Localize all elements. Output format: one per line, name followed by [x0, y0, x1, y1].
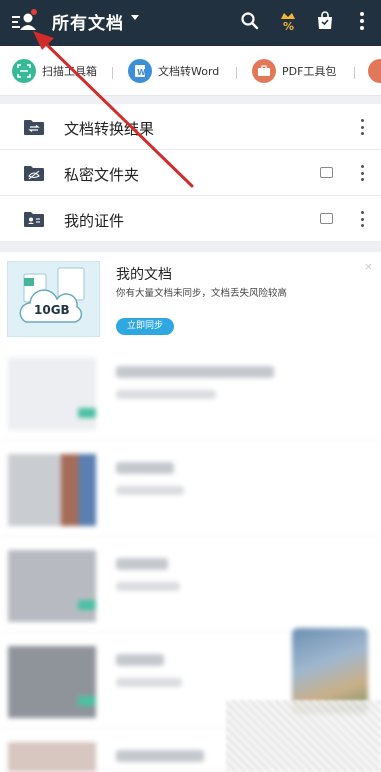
- folder-label: 私密文件夹: [64, 166, 140, 184]
- search-icon[interactable]: [237, 8, 263, 34]
- document-thumbnail: [8, 454, 96, 526]
- tool-label: 扫描工具箱: [42, 65, 97, 78]
- list-item[interactable]: [0, 442, 381, 538]
- doc-to-word-button[interactable]: W 文档转Word: [128, 58, 219, 84]
- tools-bar: 扫描工具箱 W 文档转Word PDF工具包: [0, 46, 381, 96]
- watermark: [226, 700, 381, 772]
- folder-row-convert-results[interactable]: 文档转换结果: [0, 104, 381, 150]
- folder-label: 我的证件: [64, 212, 125, 230]
- document-meta-placeholder: [116, 486, 184, 495]
- page-title[interactable]: 所有文档: [52, 9, 124, 34]
- bag-icon[interactable]: [312, 8, 338, 34]
- tool-label: 文档转Word: [158, 65, 220, 78]
- cloud-storage-illustration: 10GB: [7, 261, 100, 337]
- banner-subtitle: 你有大量文档未同步，文档丢失风险较高: [116, 288, 288, 299]
- document-title-placeholder: [116, 750, 204, 762]
- divider: [112, 67, 113, 79]
- word-icon: W: [128, 59, 152, 83]
- more-tool-button[interactable]: [368, 58, 381, 84]
- more-vertical-icon[interactable]: [355, 116, 369, 138]
- tool-label: PDF工具包: [282, 65, 337, 78]
- folder-label: 文档转换结果: [64, 120, 155, 138]
- svg-text:%: %: [283, 20, 294, 32]
- document-tag: [78, 696, 96, 706]
- storage-badge-icon: [320, 167, 333, 178]
- sync-banner: 10GB 我的文档 你有大量文档未同步，文档丢失风险较高 立即同步 ×: [0, 252, 381, 344]
- document-meta-placeholder: [116, 582, 180, 591]
- more-vertical-icon[interactable]: [355, 162, 369, 184]
- convert-folder-icon: [24, 120, 44, 135]
- document-meta-placeholder: [116, 390, 216, 399]
- menu-user-icon[interactable]: [8, 6, 40, 38]
- svg-text:W: W: [137, 68, 146, 77]
- folder-row-private[interactable]: 私密文件夹: [0, 150, 381, 196]
- document-thumbnail: [8, 742, 96, 772]
- section-gap: [0, 96, 381, 104]
- tool-icon: [368, 59, 381, 83]
- pdf-toolbox-button[interactable]: PDF工具包: [252, 58, 336, 84]
- storage-size-label: 10GB: [34, 303, 70, 317]
- document-thumbnail: [8, 646, 96, 718]
- vip-percent-icon[interactable]: %: [275, 8, 301, 34]
- list-item[interactable]: [0, 346, 381, 442]
- divider: [236, 67, 237, 79]
- banner-title: 我的文档: [116, 267, 172, 283]
- document-tag: [78, 600, 96, 610]
- storage-badge-icon: [320, 213, 333, 224]
- section-gap: [0, 242, 381, 252]
- close-icon[interactable]: ×: [364, 260, 373, 273]
- document-title-placeholder: [116, 462, 174, 474]
- pdf-toolbox-icon: [252, 59, 276, 83]
- sync-now-button[interactable]: 立即同步: [116, 318, 174, 335]
- document-title-placeholder: [116, 654, 164, 666]
- document-thumbnail: [8, 550, 96, 622]
- scan-icon: [12, 59, 36, 83]
- document-thumbnail: [8, 358, 96, 430]
- more-vertical-icon[interactable]: [349, 8, 375, 34]
- more-vertical-icon[interactable]: [355, 208, 369, 230]
- scan-toolbox-button[interactable]: 扫描工具箱: [12, 58, 97, 84]
- document-title-placeholder: [116, 366, 274, 378]
- document-title-placeholder: [116, 558, 168, 570]
- list-item[interactable]: [0, 538, 381, 634]
- folder-row-my-id-cards[interactable]: 我的证件: [0, 196, 381, 242]
- document-tag: [78, 408, 96, 418]
- chevron-down-icon[interactable]: [131, 15, 139, 20]
- document-meta-placeholder: [116, 678, 182, 687]
- id-card-folder-icon: [24, 212, 44, 227]
- private-folder-icon: [24, 166, 44, 181]
- top-app-bar: 所有文档 %: [0, 0, 381, 46]
- divider: [354, 67, 355, 79]
